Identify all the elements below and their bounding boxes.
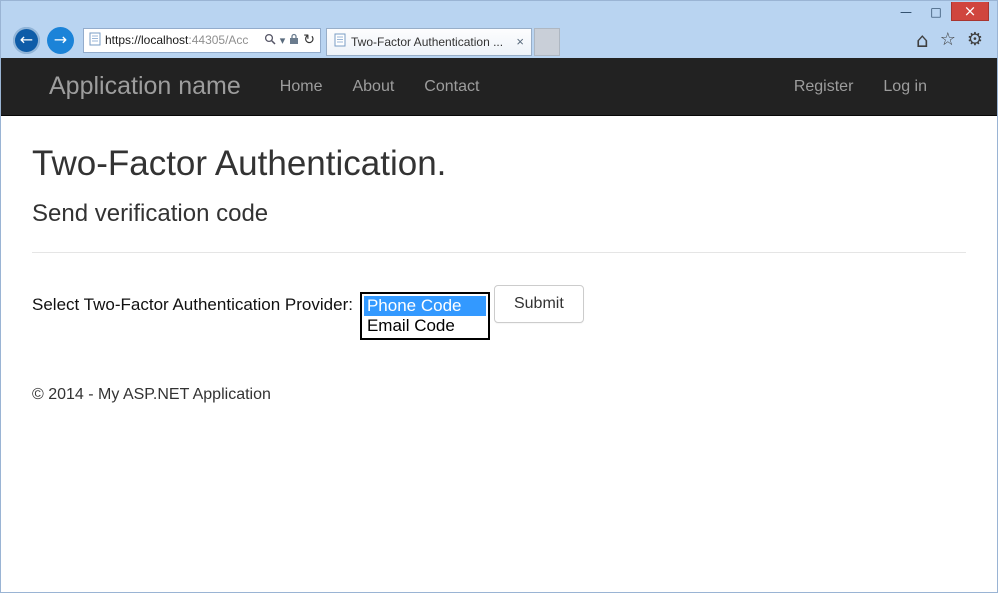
new-tab-button[interactable] xyxy=(534,28,560,56)
nav-link-register[interactable]: Register xyxy=(779,78,869,96)
select-option-email-code[interactable]: Email Code xyxy=(364,316,486,336)
page-title: Two-Factor Authentication. xyxy=(32,144,966,184)
url-host: https://localhost xyxy=(105,33,188,47)
minimize-button[interactable]: — xyxy=(891,2,921,21)
navbar-links: Home About Contact xyxy=(265,78,495,96)
back-button[interactable]: ← xyxy=(13,27,40,54)
main-container: Two-Factor Authentication. Send verifica… xyxy=(1,116,997,404)
submit-button[interactable]: Submit xyxy=(494,285,584,323)
refresh-icon[interactable]: ↻ xyxy=(303,32,315,48)
search-icon[interactable] xyxy=(264,33,276,48)
forward-button[interactable]: → xyxy=(47,27,74,54)
browser-window: — □ × ← → https://localhost:44305/Acc ▾ … xyxy=(0,0,998,593)
autocomplete-dropdown-icon[interactable]: ▾ xyxy=(280,34,286,47)
nav-link-contact[interactable]: Contact xyxy=(409,78,494,96)
home-icon[interactable]: ⌂ xyxy=(916,30,929,50)
copyright-text: © 2014 - My ASP.NET Application xyxy=(32,386,966,404)
divider xyxy=(32,252,966,253)
page-content: Application name Home About Contact Regi… xyxy=(1,58,997,592)
address-bar[interactable]: https://localhost:44305/Acc ▾ ↻ xyxy=(83,28,321,53)
app-navbar: Application name Home About Contact Regi… xyxy=(1,58,997,116)
nav-link-login[interactable]: Log in xyxy=(868,78,942,96)
nav-link-about[interactable]: About xyxy=(337,78,409,96)
settings-gear-icon[interactable]: ⚙ xyxy=(967,31,983,49)
maximize-button[interactable]: □ xyxy=(921,2,951,21)
page-footer: © 2014 - My ASP.NET Application xyxy=(32,386,966,404)
provider-label: Select Two-Factor Authentication Provide… xyxy=(32,285,353,325)
lock-icon xyxy=(289,33,299,48)
app-brand-link[interactable]: Application name xyxy=(49,72,241,101)
tab-favicon-icon xyxy=(334,33,346,50)
close-button[interactable]: × xyxy=(951,2,989,21)
browser-chrome: — □ × ← → https://localhost:44305/Acc ▾ … xyxy=(1,1,997,58)
page-subtitle: Send verification code xyxy=(32,200,966,228)
browser-tab[interactable]: Two-Factor Authentication ... × xyxy=(326,28,532,56)
nav-link-home[interactable]: Home xyxy=(265,78,338,96)
tab-title: Two-Factor Authentication ... xyxy=(351,35,511,49)
provider-select[interactable]: Phone Code Email Code xyxy=(360,292,490,340)
browser-actions: ⌂ ☆ ⚙ xyxy=(916,30,987,50)
navbar-right-links: Register Log in xyxy=(779,78,942,96)
select-option-phone-code[interactable]: Phone Code xyxy=(364,296,486,316)
window-titlebar: — □ × xyxy=(1,1,997,25)
tab-close-icon[interactable]: × xyxy=(516,34,524,49)
url-path: :44305/Acc xyxy=(188,33,248,47)
url-text: https://localhost:44305/Acc xyxy=(105,33,260,47)
browser-toolbar: ← → https://localhost:44305/Acc ▾ ↻ xyxy=(1,25,997,58)
favorites-star-icon[interactable]: ☆ xyxy=(940,31,956,49)
provider-form: Select Two-Factor Authentication Provide… xyxy=(32,285,966,340)
page-icon xyxy=(89,32,101,49)
